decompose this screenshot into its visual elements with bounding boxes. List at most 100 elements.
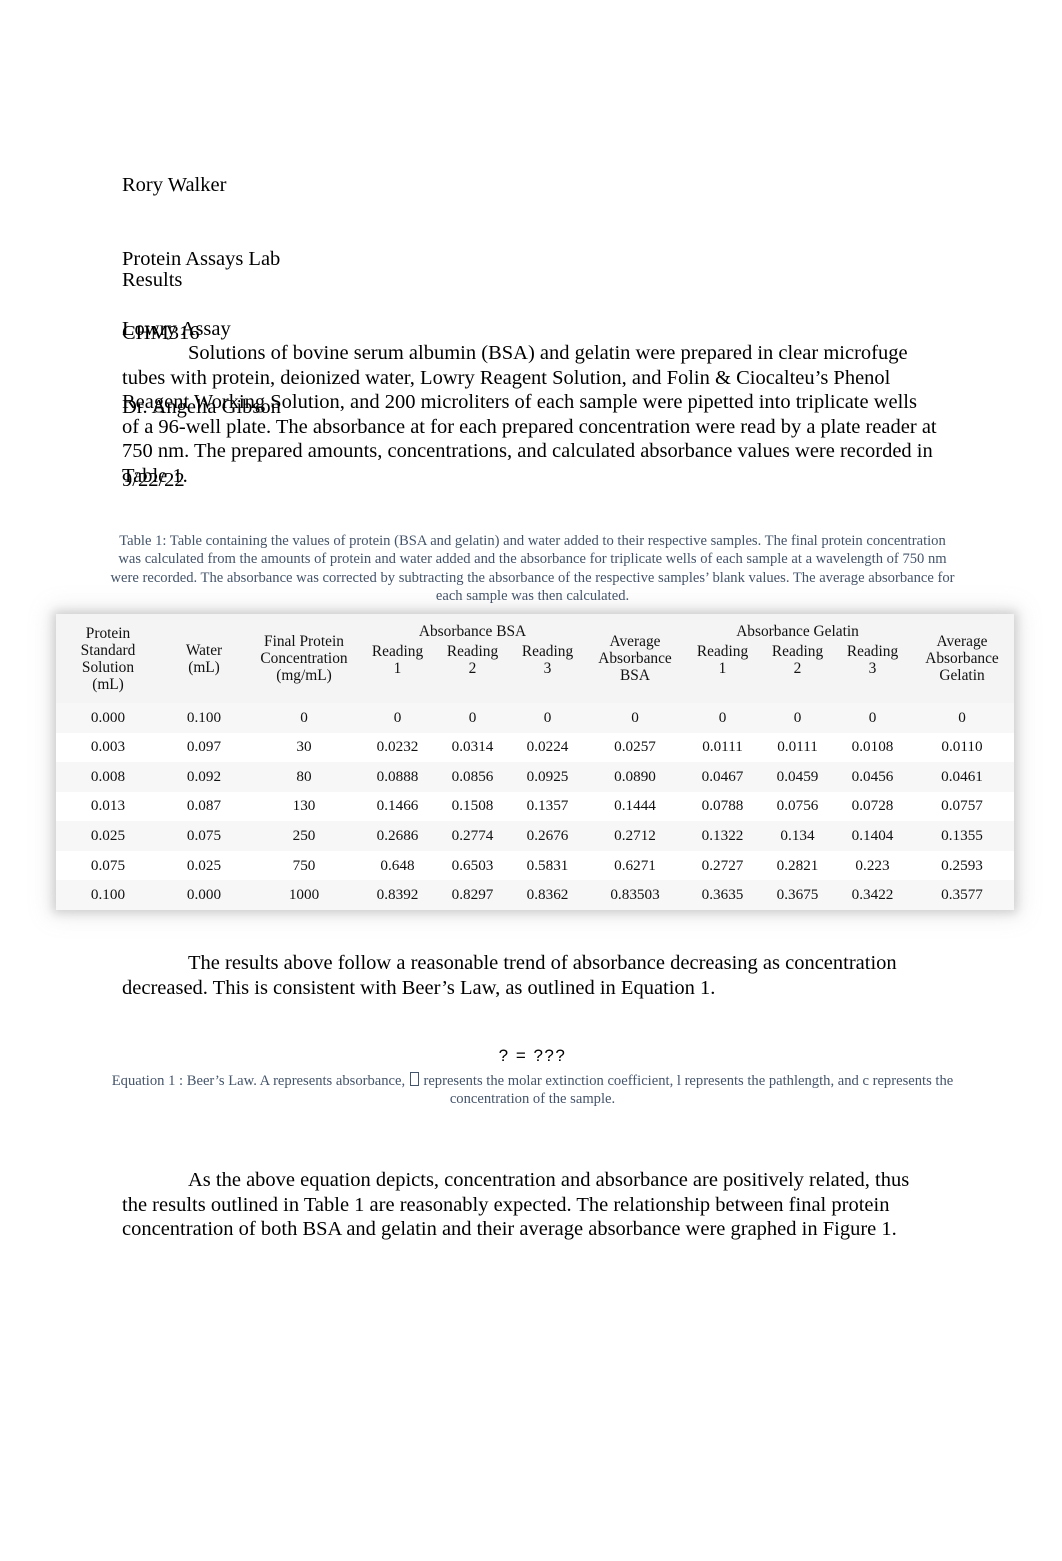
results-trend-paragraph: The results above follow a reasonable tr… bbox=[122, 952, 897, 999]
table-cell: 0.2727 bbox=[685, 850, 761, 881]
table-cell: 130 bbox=[248, 791, 360, 822]
table-cell: 0.0757 bbox=[910, 791, 1015, 822]
col-header-final-protein-concentration: Final Protein Concentration (mg/mL) bbox=[248, 614, 360, 703]
col-header-bsa-reading-3: Reading 3 bbox=[510, 641, 586, 703]
table-cell: 0 bbox=[835, 703, 911, 733]
table-cell: 0.648 bbox=[360, 850, 435, 881]
table-cell: 0.075 bbox=[160, 821, 248, 851]
table-cell: 0.087 bbox=[160, 791, 248, 822]
author-name: Rory Walker bbox=[122, 174, 227, 197]
beers-law-equation: ? = ??? bbox=[498, 1046, 567, 1065]
table-cell: 0.0856 bbox=[435, 762, 510, 792]
table-cell: 0.1357 bbox=[510, 791, 586, 822]
table-cell: 0.0232 bbox=[360, 732, 435, 763]
table-cell: 0.100 bbox=[56, 880, 160, 910]
lowry-assay-heading: Lowry Assay bbox=[122, 318, 231, 340]
table-cell: 0.1322 bbox=[685, 821, 761, 851]
group-header-absorbance-gelatin: Absorbance Gelatin bbox=[685, 614, 911, 641]
table-cell: 0.6271 bbox=[585, 850, 686, 881]
table-cell: 0.3675 bbox=[760, 880, 836, 910]
table-cell: 80 bbox=[248, 762, 360, 792]
table-cell: 0.2774 bbox=[435, 821, 510, 851]
table-cell: 0.223 bbox=[835, 850, 911, 881]
table-cell: 0.8297 bbox=[435, 880, 510, 910]
col-header-average-absorbance-bsa: Average Absorbance BSA bbox=[585, 614, 686, 703]
table-cell: 0.0888 bbox=[360, 762, 435, 792]
table-cell: 0.2593 bbox=[910, 850, 1015, 881]
table-row: 0.025 0.075 250 0.2686 0.2774 0.2676 0.2712 0.1… bbox=[56, 821, 1015, 851]
table-cell: 0.0925 bbox=[510, 762, 586, 792]
table-cell: 0.1466 bbox=[360, 791, 435, 822]
table-cell: 0.0111 bbox=[685, 732, 761, 763]
col-header-water: Water (mL) bbox=[160, 614, 248, 703]
col-header-gelatin-reading-3: Reading 3 bbox=[835, 641, 911, 703]
col-header-protein-standard-solution: Protein Standard Solution (mL) bbox=[56, 614, 160, 703]
table-cell: 250 bbox=[248, 821, 360, 851]
table-cell: 0.0314 bbox=[435, 732, 510, 763]
table-cell: 0.1355 bbox=[910, 821, 1015, 851]
col-header-gelatin-reading-1: Reading 1 bbox=[685, 641, 761, 703]
table-row: 0.003 0.097 30 0.0232 0.0314 0.0224 0.0257 0.01… bbox=[56, 732, 1015, 763]
table-cell: 0.075 bbox=[56, 850, 160, 881]
table-cell: 0.0111 bbox=[760, 732, 836, 763]
table-cell: 0.0257 bbox=[585, 732, 686, 763]
table-cell: 0.3635 bbox=[685, 880, 761, 910]
equation-caption-after: represents the molar extinction coeffici… bbox=[419, 1073, 954, 1108]
table-cell: 0.003 bbox=[56, 732, 160, 763]
table-cell: 0.8392 bbox=[360, 880, 435, 910]
table-cell: 0.025 bbox=[56, 821, 160, 851]
table-cell: 0.000 bbox=[160, 880, 248, 910]
table-cell: 0.0728 bbox=[835, 791, 911, 822]
table-cell: 0.0108 bbox=[835, 732, 911, 763]
table-cell: 0.3422 bbox=[835, 880, 911, 910]
table-cell: 0.134 bbox=[760, 821, 836, 851]
table-cell: 0.3577 bbox=[910, 880, 1015, 910]
equation-1-caption: Equation 1 : Beer’s Law. A represents ab… bbox=[110, 1072, 955, 1109]
table-cell: 0.097 bbox=[160, 732, 248, 763]
table-body: 0.000 0.100 0 0 0 0 0 0 0 0 0 0.003 0.097 30 0.0232 0.0… bbox=[56, 703, 1015, 910]
table-cell: 0.092 bbox=[160, 762, 248, 792]
protein-assay-data-table: Protein Standard Solution (mL) Water (mL… bbox=[56, 614, 1015, 910]
results-section-heading: Results bbox=[122, 269, 183, 291]
table-cell: 0.100 bbox=[160, 703, 248, 733]
table-cell: 0.1508 bbox=[435, 791, 510, 822]
table-cell: 0.2686 bbox=[360, 821, 435, 851]
table-cell: 0.000 bbox=[56, 703, 160, 733]
col-header-average-absorbance-gelatin: Average Absorbance Gelatin bbox=[910, 614, 1015, 703]
table-row: 0.100 0.000 1000 0.8392 0.8297 0.8362 0.83503 0… bbox=[56, 880, 1015, 910]
table-1-caption: Table 1: Table containing the values of … bbox=[110, 533, 955, 605]
equation-caption-before: Equation 1 : Beer’s Law. A represents ab… bbox=[111, 1073, 409, 1089]
table-1-container: Protein Standard Solution (mL) Water (mL… bbox=[56, 614, 1015, 910]
table-cell: 0.025 bbox=[160, 850, 248, 881]
table-row: 0.000 0.100 0 0 0 0 0 0 0 0 0 bbox=[56, 703, 1015, 733]
table-cell: 0 bbox=[360, 703, 435, 733]
table-cell: 0.5831 bbox=[510, 850, 586, 881]
table-cell: 0.2676 bbox=[510, 821, 586, 851]
table-cell: 0.0459 bbox=[760, 762, 836, 792]
table-cell: 0.0890 bbox=[585, 762, 686, 792]
table-cell: 0.8362 bbox=[510, 880, 586, 910]
col-header-gelatin-reading-2: Reading 2 bbox=[760, 641, 836, 703]
table-cell: 0 bbox=[248, 703, 360, 733]
table-cell: 0 bbox=[435, 703, 510, 733]
table-cell: 0.6503 bbox=[435, 850, 510, 881]
table-cell: 1000 bbox=[248, 880, 360, 910]
table-cell: 30 bbox=[248, 732, 360, 763]
table-cell: 0.0110 bbox=[910, 732, 1015, 763]
table-cell: 0 bbox=[510, 703, 586, 733]
table-cell: 0.0756 bbox=[760, 791, 836, 822]
table-row: 0.008 0.092 80 0.0888 0.0856 0.0925 0.0890 0.04… bbox=[56, 762, 1015, 792]
col-header-bsa-reading-1: Reading 1 bbox=[360, 641, 435, 703]
table-row: 0.075 0.025 750 0.648 0.6503 0.5831 0.6271 0.27… bbox=[56, 850, 1015, 881]
group-header-absorbance-bsa: Absorbance BSA bbox=[360, 614, 586, 641]
col-header-bsa-reading-2: Reading 2 bbox=[435, 641, 510, 703]
table-cell: 0.013 bbox=[56, 791, 160, 822]
figure-reference-paragraph: As the above equation depicts, concentra… bbox=[122, 1169, 910, 1241]
missing-glyph-icon bbox=[409, 1072, 419, 1086]
table-row: 0.013 0.087 130 0.1466 0.1508 0.1357 0.1444 0.0… bbox=[56, 791, 1015, 822]
table-cell: 0 bbox=[685, 703, 761, 733]
table-cell: 0 bbox=[585, 703, 686, 733]
table-cell: 0 bbox=[910, 703, 1015, 733]
table-cell: 0.0467 bbox=[685, 762, 761, 792]
table-cell: 0.2821 bbox=[760, 850, 836, 881]
